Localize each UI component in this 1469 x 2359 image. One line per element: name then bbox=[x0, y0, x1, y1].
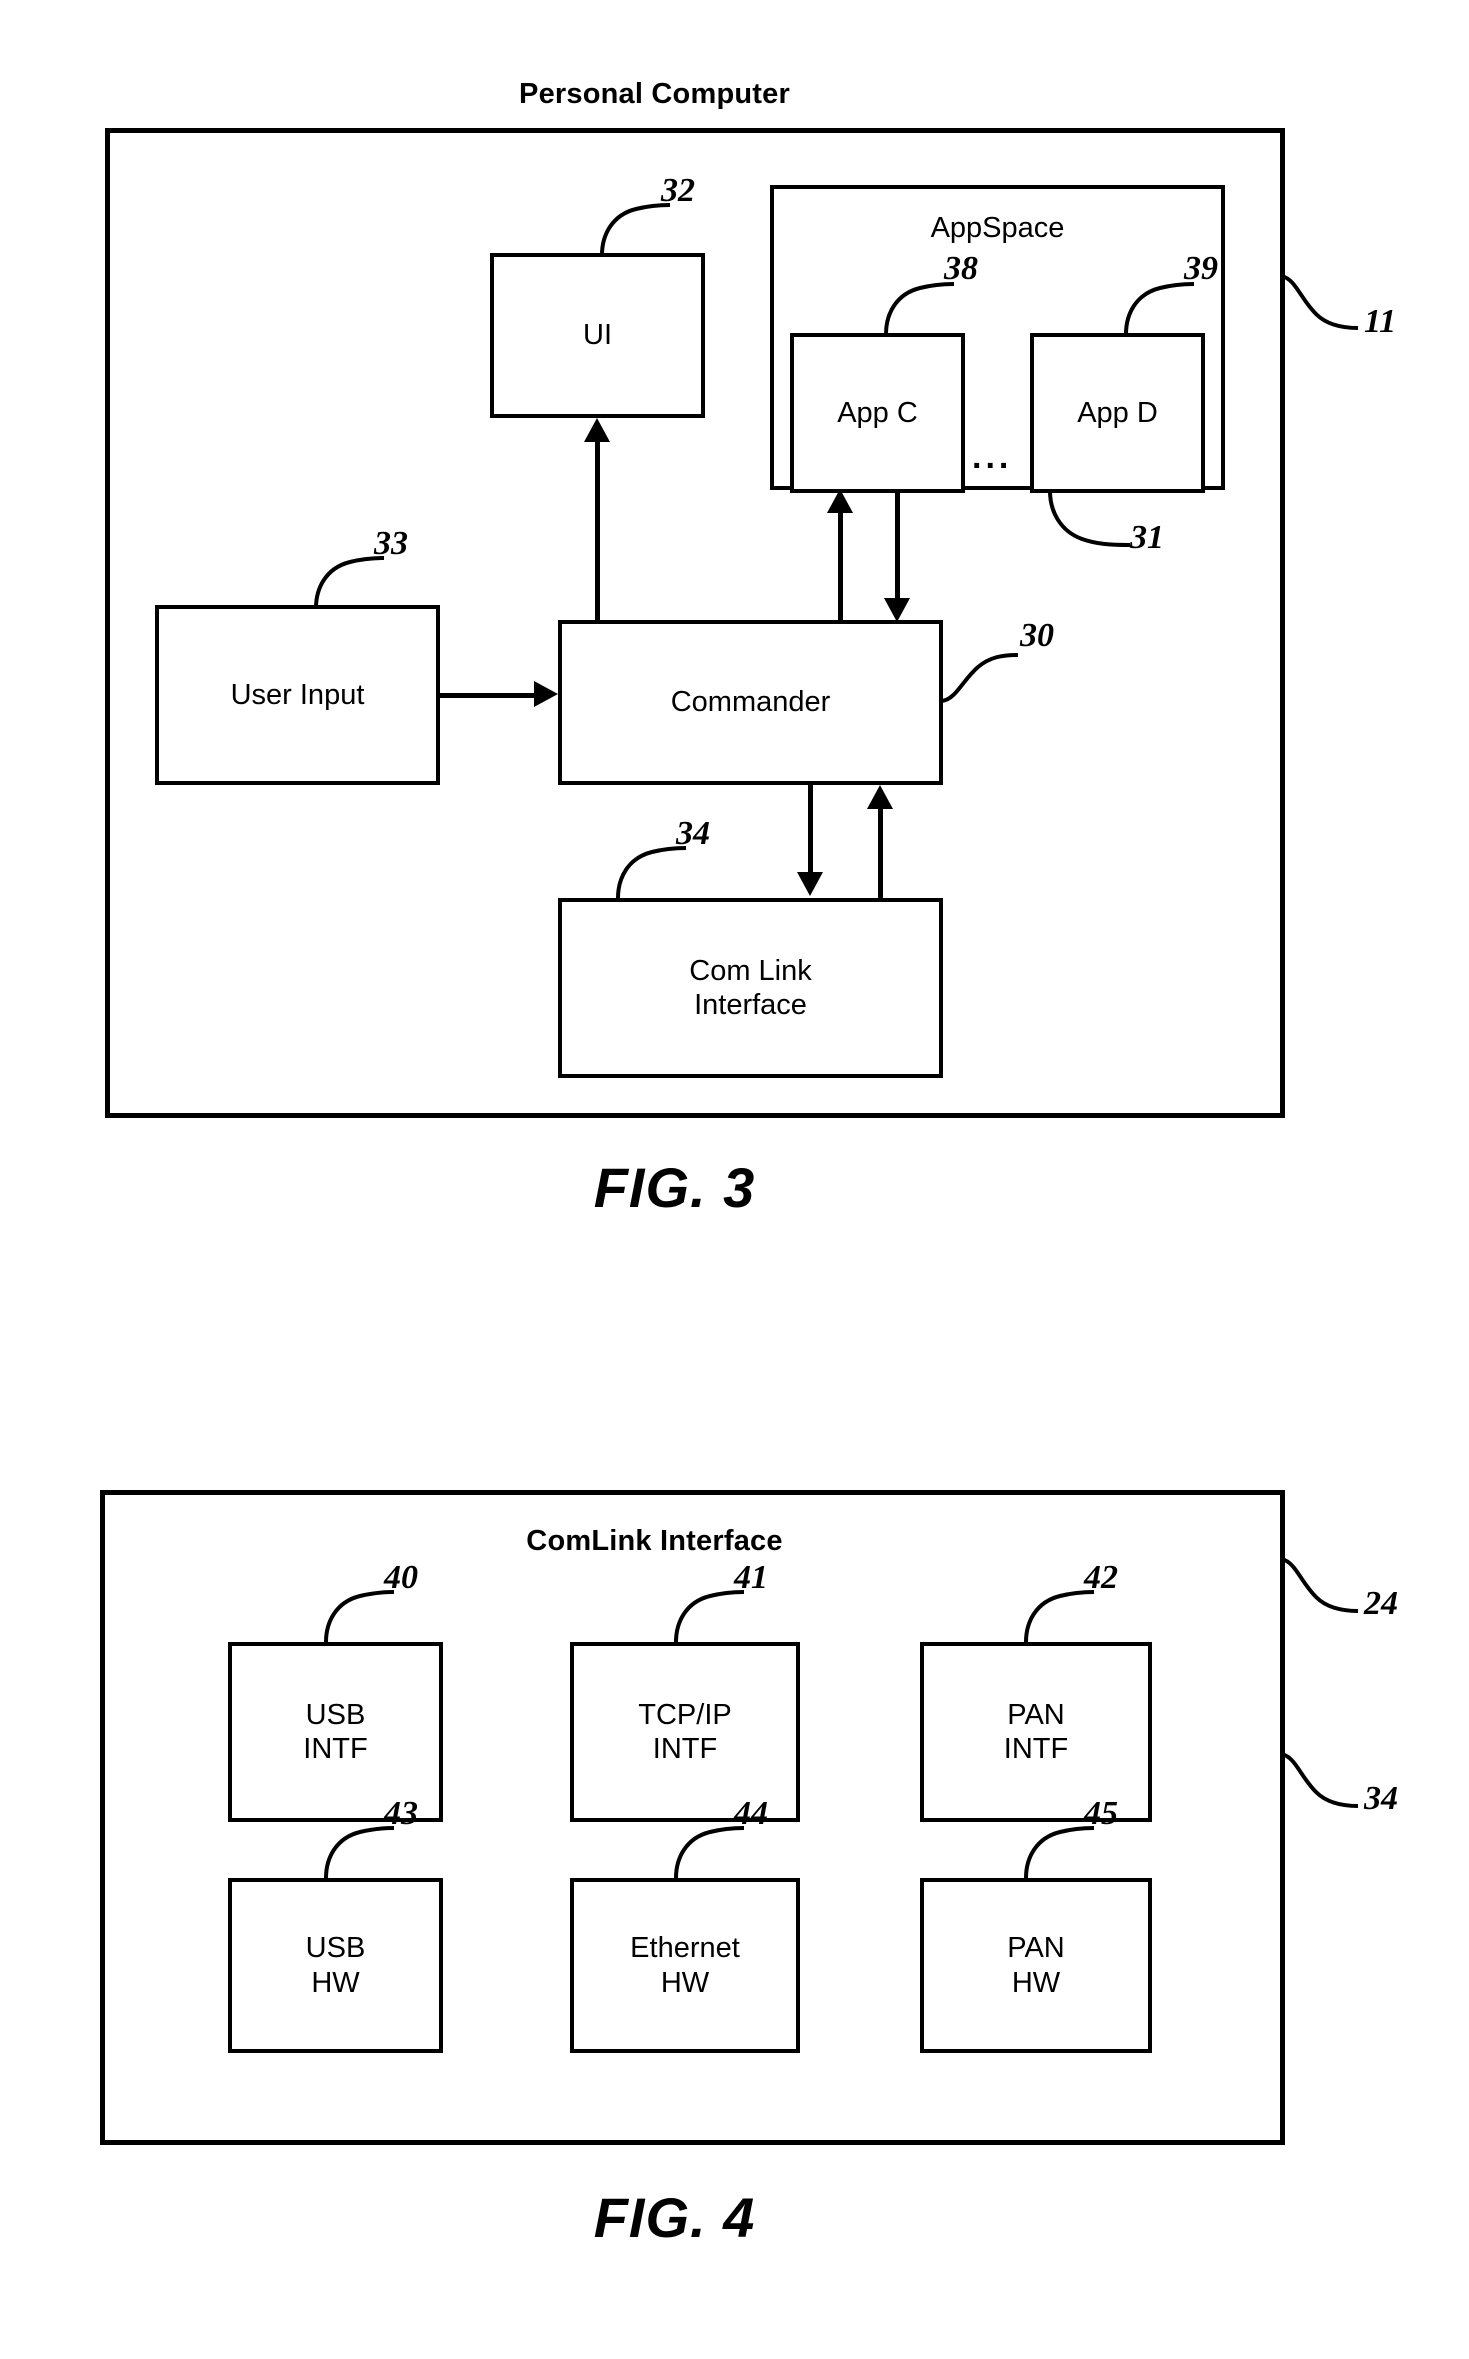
arrowhead-commander-in-bottom bbox=[867, 785, 893, 809]
connector-userinput-to-commander bbox=[440, 693, 534, 698]
user-input-block: User Input bbox=[155, 605, 440, 785]
ethernet-hw-block-label: Ethernet HW bbox=[630, 1932, 740, 1999]
ref-numeral-39: 39 bbox=[1184, 250, 1218, 287]
ref-numeral-31: 31 bbox=[1130, 519, 1164, 556]
ref-numeral-34-fig4: 34 bbox=[1364, 1780, 1398, 1817]
pan-hw-block: PAN HW bbox=[920, 1878, 1152, 2053]
pan-intf-block-label: PAN INTF bbox=[1003, 1698, 1069, 1765]
patent-drawing-sheet: Personal Computer 11 UI 32 AppSpace 31 A… bbox=[0, 0, 1469, 2359]
ref-numeral-34: 34 bbox=[676, 815, 710, 852]
ref-numeral-30: 30 bbox=[1020, 617, 1054, 654]
arrowhead-ui-in bbox=[584, 418, 610, 442]
app-c-block-label: App C bbox=[837, 396, 918, 429]
usb-intf-block-label: USB INTF bbox=[303, 1698, 368, 1765]
ethernet-hw-block: Ethernet HW bbox=[570, 1878, 800, 2053]
com-link-interface-block: Com Link Interface bbox=[558, 898, 943, 1078]
ref-numeral-24: 24 bbox=[1364, 1585, 1398, 1622]
connector-comlink-to-commander bbox=[878, 808, 883, 898]
user-input-block-label: User Input bbox=[230, 678, 365, 711]
appspace-block-label: AppSpace bbox=[930, 212, 1065, 244]
figure-3-caption: FIG. 3 bbox=[593, 1156, 756, 1219]
ref-numeral-40: 40 bbox=[384, 1559, 418, 1596]
usb-hw-block: USB HW bbox=[228, 1878, 443, 2053]
ref-numeral-33: 33 bbox=[374, 525, 408, 562]
personal-computer-title: Personal Computer bbox=[519, 78, 790, 110]
leader-line-24 bbox=[1278, 1555, 1368, 1625]
figure-4-caption: FIG. 4 bbox=[593, 2186, 756, 2249]
comlink-interface-title: ComLink Interface bbox=[526, 1525, 783, 1557]
app-d-block: App D bbox=[1030, 333, 1205, 493]
appspace-ellipsis: ... bbox=[972, 438, 1013, 476]
ref-numeral-45: 45 bbox=[1084, 1795, 1118, 1832]
figure-4: ComLink Interface 24 34 USB INTF 40 TCP/… bbox=[0, 1430, 1469, 2359]
com-link-interface-block-label: Com Link Interface bbox=[689, 954, 812, 1021]
usb-hw-block-label: USB HW bbox=[305, 1932, 366, 1999]
connector-commander-to-appc bbox=[838, 512, 843, 622]
arrowhead-appc-in bbox=[827, 489, 853, 513]
ui-block: UI bbox=[490, 253, 705, 418]
arrowhead-comlink-in bbox=[797, 872, 823, 896]
connector-commander-to-ui bbox=[595, 442, 600, 622]
arrowhead-commander-in-left bbox=[534, 681, 558, 707]
ref-numeral-38: 38 bbox=[944, 250, 978, 287]
ref-numeral-44: 44 bbox=[734, 1795, 768, 1832]
ref-numeral-11: 11 bbox=[1364, 303, 1397, 340]
ui-block-label: UI bbox=[583, 319, 612, 352]
leader-line-34-fig4 bbox=[1278, 1750, 1368, 1820]
app-d-block-label: App D bbox=[1077, 396, 1158, 429]
pan-hw-block-label: PAN HW bbox=[1007, 1932, 1065, 1999]
figure-3: Personal Computer 11 UI 32 AppSpace 31 A… bbox=[0, 0, 1469, 1290]
ref-numeral-42: 42 bbox=[1084, 1559, 1118, 1596]
commander-block-label: Commander bbox=[670, 686, 831, 719]
app-c-block: App C bbox=[790, 333, 965, 493]
connector-commander-to-comlink bbox=[808, 785, 813, 873]
commander-block: Commander bbox=[558, 620, 943, 785]
ref-numeral-41: 41 bbox=[734, 1559, 768, 1596]
arrowhead-commander-in-top bbox=[884, 598, 910, 622]
tcp-ip-intf-block-label: TCP/IP INTF bbox=[638, 1698, 732, 1765]
ref-numeral-32: 32 bbox=[661, 172, 695, 209]
leader-line-11 bbox=[1278, 272, 1368, 342]
ref-numeral-43: 43 bbox=[384, 1795, 418, 1832]
connector-appc-to-commander bbox=[895, 493, 900, 599]
